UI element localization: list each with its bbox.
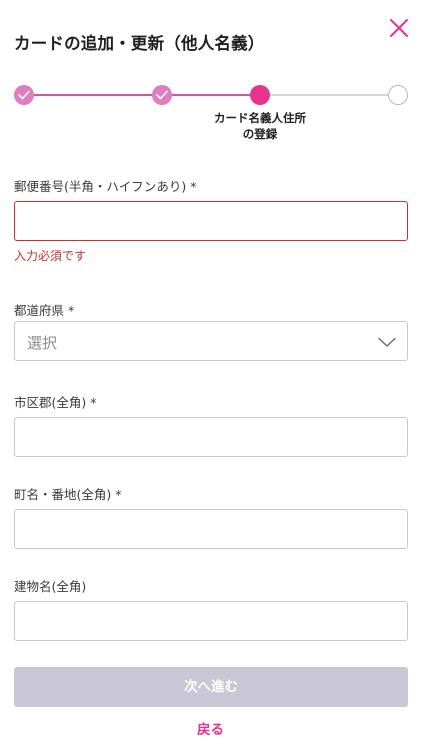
- postal-code-label: 郵便番号(半角・ハイフンあり) *: [14, 179, 197, 194]
- prefecture-selected-value: 選択: [27, 334, 58, 352]
- current-step-label-line2: の登録: [242, 127, 278, 141]
- back-link[interactable]: 戻る: [0, 718, 421, 738]
- building-label: 建物名(全角): [14, 579, 87, 594]
- city-input[interactable]: [14, 417, 408, 457]
- chevron-down-icon: [378, 337, 396, 347]
- postal-code-error: 入力必須です: [14, 249, 87, 263]
- town-input[interactable]: [14, 509, 408, 549]
- prefecture-select[interactable]: [14, 321, 408, 361]
- check-icon: [156, 90, 168, 100]
- step-connector-1: [34, 94, 152, 96]
- step-connector-3: [270, 94, 388, 96]
- current-step-label: カード名義人住所 の登録: [200, 110, 320, 142]
- step-4-todo: [388, 85, 408, 105]
- city-label: 市区郡(全角) *: [14, 395, 97, 410]
- prefecture-label: 都道府県 *: [14, 303, 75, 318]
- progress-stepper: カード名義人住所 の登録: [0, 0, 421, 150]
- building-input[interactable]: [14, 601, 408, 641]
- step-2-done: [152, 85, 172, 105]
- next-button[interactable]: 次へ進む: [14, 667, 408, 707]
- postal-code-input[interactable]: [14, 201, 408, 241]
- step-connector-2: [172, 94, 250, 96]
- town-label: 町名・番地(全角) *: [14, 487, 122, 502]
- step-3-current: [250, 85, 270, 105]
- current-step-label-line1: カード名義人住所: [214, 111, 306, 125]
- check-icon: [18, 90, 30, 100]
- step-1-done: [14, 85, 34, 105]
